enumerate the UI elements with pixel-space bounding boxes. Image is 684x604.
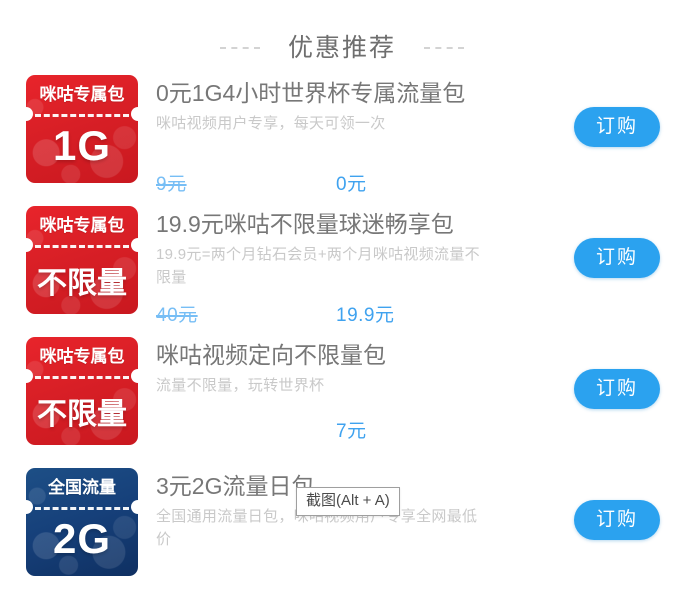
offer-current-price: 7元 <box>336 421 367 442</box>
thumbnail-notch-right-icon <box>131 238 138 252</box>
thumbnail-notch-left-icon <box>26 500 33 514</box>
thumbnail-perforation-icon <box>35 245 129 248</box>
offer-original-price: 9元 <box>156 174 187 195</box>
thumbnail-quota-label: 2G <box>52 515 112 562</box>
thumbnail-notch-right-icon <box>131 500 138 514</box>
offer-details: 0元1G4小时世界杯专属流量包 咪咕视频用户专享，每天可领一次 9元 0元 <box>138 70 574 195</box>
offer-current-price: 19.9元 <box>336 305 395 326</box>
order-button[interactable]: 订购 <box>574 107 660 147</box>
offer-original-price: 40元 <box>156 305 198 326</box>
offer-description: 19.9元=两个月钻石会员+两个月咪咕视频流量不限量 <box>156 246 480 286</box>
thumbnail-quota-label: 1G <box>52 122 112 169</box>
thumbnail-quota-label: 不限量 <box>37 267 127 300</box>
offer-row[interactable]: 全国流量 2G 3元2G流量日包 全国通用流量日包，咪咕视频用户专享全网最低价 … <box>0 463 684 594</box>
order-button[interactable]: 订购 <box>574 500 660 540</box>
section-header: 优惠推荐 <box>0 0 684 70</box>
offer-description: 流量不限量，玩转世界杯 <box>156 377 325 394</box>
offer-row[interactable]: 咪咕专属包 不限量 咪咕视频定向不限量包 流量不限量，玩转世界杯 7元 订购 <box>0 332 684 463</box>
header-rule-right-icon <box>424 47 464 49</box>
thumbnail-perforation-icon <box>35 114 129 117</box>
offer-title: 0元1G4小时世界杯专属流量包 <box>156 80 466 106</box>
order-button[interactable]: 订购 <box>574 369 660 409</box>
offer-title: 咪咕视频定向不限量包 <box>156 342 386 368</box>
offer-details: 咪咕视频定向不限量包 流量不限量，玩转世界杯 7元 <box>138 332 574 442</box>
thumbnail-notch-right-icon <box>131 107 138 121</box>
thumbnail-top-label: 咪咕专属包 <box>39 216 125 235</box>
offer-description: 咪咕视频用户专享，每天可领一次 <box>156 115 386 132</box>
offer-thumbnail-coupon: 咪咕专属包 1G <box>26 75 138 183</box>
header-rule-left-icon <box>219 47 260 49</box>
offer-thumbnail-coupon: 咪咕专属包 不限量 <box>26 337 138 445</box>
offer-thumbnail-coupon: 全国流量 2G <box>26 468 138 576</box>
offer-thumbnail-coupon: 咪咕专属包 不限量 <box>26 206 138 314</box>
thumbnail-notch-right-icon <box>131 369 138 383</box>
order-button[interactable]: 订购 <box>574 238 660 278</box>
offer-row[interactable]: 咪咕专属包 1G 0元1G4小时世界杯专属流量包 咪咕视频用户专享，每天可领一次… <box>0 70 684 201</box>
offer-price-row: 40元 19.9元 <box>156 300 486 327</box>
offer-row[interactable]: 咪咕专属包 不限量 19.9元咪咕不限量球迷畅享包 19.9元=两个月钻石会员+… <box>0 201 684 332</box>
offer-title: 19.9元咪咕不限量球迷畅享包 <box>156 211 454 237</box>
thumbnail-top-label: 咪咕专属包 <box>39 85 125 104</box>
thumbnail-notch-left-icon <box>26 369 33 383</box>
thumbnail-top-label: 全国流量 <box>48 478 116 497</box>
thumbnail-perforation-icon <box>35 376 129 379</box>
thumbnail-top-label: 咪咕专属包 <box>39 347 125 366</box>
thumbnail-perforation-icon <box>35 507 129 510</box>
offer-current-price: 0元 <box>336 174 367 195</box>
page-title: 优惠推荐 <box>287 34 396 62</box>
screenshot-shortcut-tooltip: 截图(Alt + A) <box>296 487 400 516</box>
offer-price-row: 7元 <box>156 416 486 443</box>
offer-price-row: 9元 0元 <box>156 169 486 196</box>
thumbnail-notch-left-icon <box>26 238 33 252</box>
offer-details: 19.9元咪咕不限量球迷畅享包 19.9元=两个月钻石会员+两个月咪咕视频流量不… <box>138 201 574 326</box>
thumbnail-notch-left-icon <box>26 107 33 121</box>
thumbnail-quota-label: 不限量 <box>37 398 127 431</box>
